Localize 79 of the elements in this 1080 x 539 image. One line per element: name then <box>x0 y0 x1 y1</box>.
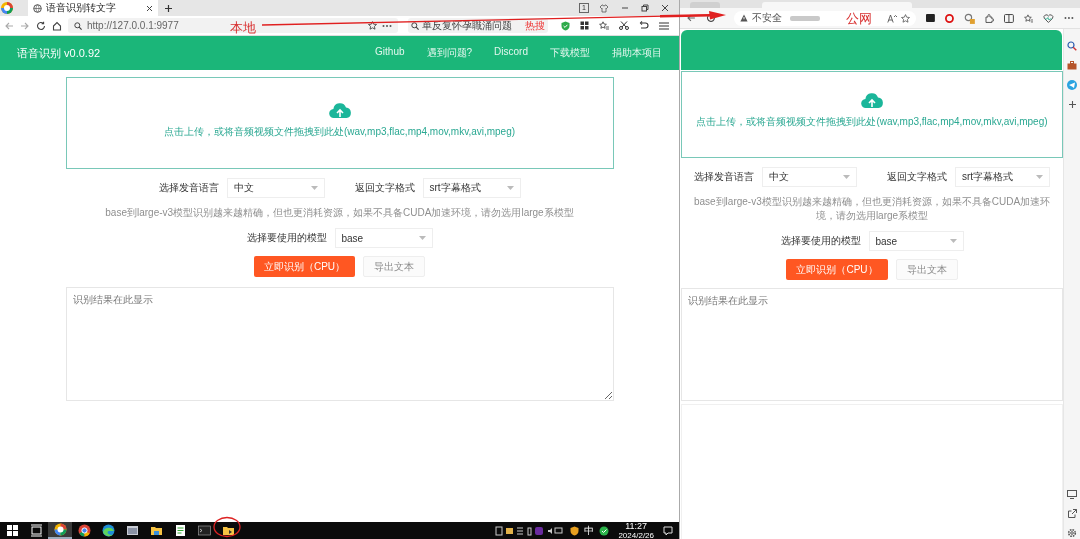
split-screen-icon[interactable] <box>1003 13 1014 23</box>
puzzle-icon[interactable] <box>984 13 994 23</box>
caret-icon <box>418 236 426 240</box>
star-icon[interactable] <box>368 21 377 30</box>
model-hint: base到large-v3模型识别越来越精确，但也更消耗资源，如果不具备CUDA加速环境，请勿选用large系模型 <box>692 195 1052 223</box>
caret-icon <box>1036 175 1043 179</box>
extension-badge-icon[interactable] <box>963 12 975 24</box>
more-icon[interactable] <box>1064 16 1075 20</box>
grid-icon[interactable] <box>580 21 589 30</box>
format-label: 返回文字格式 <box>887 170 947 184</box>
close-icon[interactable] <box>146 4 153 12</box>
format-label: 返回文字格式 <box>354 181 415 195</box>
caret-icon <box>506 186 514 190</box>
result-field[interactable]: 识别结果在此显示 <box>681 288 1063 401</box>
search-icon <box>74 21 82 30</box>
plus-icon[interactable] <box>164 3 173 13</box>
model-label: 选择要使用的模型 <box>246 231 327 245</box>
tray-icons-drawing[interactable] <box>495 525 566 536</box>
language-label: 选择发音语言 <box>694 170 754 184</box>
undo-icon[interactable] <box>639 21 649 30</box>
opera-icon[interactable] <box>945 13 954 23</box>
app-title: 语音识别 v0.0.92 <box>17 45 101 61</box>
input-method-indicator[interactable]: 中 <box>584 523 595 538</box>
format-select[interactable]: srt字幕格式 <box>422 178 521 198</box>
browser-tab[interactable]: 语音识别转文字 <box>28 0 158 16</box>
notification-icon[interactable] <box>663 525 673 536</box>
model-select[interactable]: base <box>334 228 433 248</box>
app-window-icon[interactable] <box>124 523 140 538</box>
heart-pulse-icon[interactable] <box>1043 13 1055 23</box>
task-view-icon[interactable] <box>28 523 44 538</box>
home-icon[interactable] <box>52 20 62 31</box>
caret-icon <box>843 175 850 179</box>
caret-icon <box>310 186 318 190</box>
language-label: 选择发音语言 <box>158 181 219 195</box>
chrome-icon[interactable] <box>76 523 92 538</box>
reload-icon[interactable] <box>36 20 46 31</box>
search-icon <box>411 21 419 30</box>
plus-icon[interactable] <box>1067 100 1077 109</box>
cloud-upload-icon <box>861 92 883 110</box>
close-icon[interactable] <box>661 4 669 12</box>
model-hint: base到large-v3模型识别越来越精确，但也更消耗资源，如果不具备CUDA加速环境，请勿选用large系模型 <box>104 206 575 220</box>
sync-icon[interactable] <box>599 525 610 536</box>
model-label: 选择要使用的模型 <box>780 234 861 248</box>
reload-icon[interactable] <box>705 13 716 23</box>
star-icon[interactable] <box>901 13 911 23</box>
more-icon[interactable] <box>382 23 392 28</box>
clock[interactable]: 11:27 2024/2/26 <box>618 521 654 539</box>
settings-icon[interactable] <box>1067 528 1077 538</box>
hot-search-label: 热搜 <box>525 18 545 33</box>
caret-icon <box>949 239 957 243</box>
shield-icon[interactable] <box>570 525 580 536</box>
language-select[interactable]: 中文 <box>226 178 325 198</box>
briefcase-icon[interactable] <box>1067 61 1077 70</box>
star-list-icon[interactable] <box>599 21 609 30</box>
menu-icon[interactable] <box>659 21 669 30</box>
annotation-label: 公网 <box>846 10 872 28</box>
edge-icon[interactable] <box>100 523 116 538</box>
external-link-icon[interactable] <box>1067 509 1077 518</box>
start-icon[interactable] <box>4 523 20 538</box>
result-field[interactable]: 识别结果在此显示 <box>65 287 614 401</box>
warning-icon <box>739 14 748 22</box>
blurred-url <box>789 15 820 21</box>
telegram-icon[interactable] <box>1067 80 1077 90</box>
search-icon[interactable] <box>1067 41 1077 51</box>
format-select[interactable]: srt字幕格式 <box>955 167 1050 187</box>
browser-logo-icon[interactable] <box>52 522 68 537</box>
language-select[interactable]: 中文 <box>762 167 857 187</box>
read-aloud-icon[interactable] <box>887 13 898 23</box>
screen-icon[interactable] <box>1067 490 1077 499</box>
cloud-upload-icon <box>328 102 351 120</box>
terminal-icon[interactable] <box>926 14 936 22</box>
globe-icon <box>33 3 42 13</box>
shirt-icon[interactable] <box>599 3 609 13</box>
upload-hint: 点击上传，或将音频视频文件拖拽到此处(wav,mp3,flac,mp4,mov,mkv,avi,mpeg) <box>695 115 1049 129</box>
restore-icon[interactable] <box>641 4 649 12</box>
favorites-icon[interactable] <box>1023 13 1034 23</box>
upload-hint: 点击上传，或将音频视频文件拖拽到此处(wav,mp3,flac,mp4,mov,mkv,avi,mpeg) <box>162 125 517 139</box>
model-select[interactable]: base <box>868 231 964 251</box>
scissors-icon[interactable] <box>619 21 629 30</box>
